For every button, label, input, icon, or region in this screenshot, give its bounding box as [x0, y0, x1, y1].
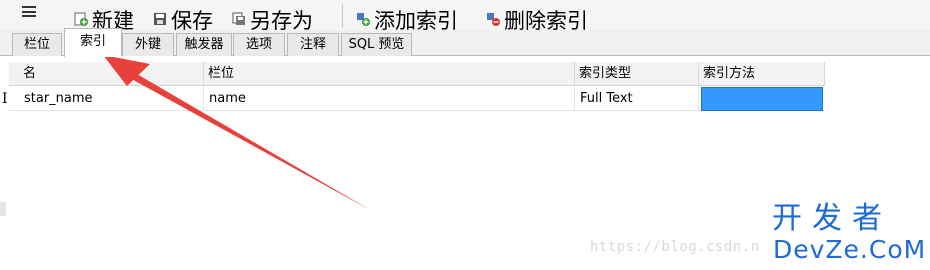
column-header-field[interactable]: 栏位	[204, 62, 575, 86]
watermark-url: https://blog.csdn.n	[590, 239, 760, 255]
tab-indexes[interactable]: 索引	[64, 28, 122, 57]
left-gutter	[0, 56, 9, 270]
cell-name[interactable]: star_name	[19, 87, 204, 111]
tab-comments[interactable]: 注释	[287, 33, 339, 56]
grid-header: 名 栏位 索引类型 索引方法	[9, 62, 825, 86]
save-button[interactable]: 保存	[153, 8, 213, 30]
delete-index-icon	[486, 12, 500, 26]
save-icon	[153, 12, 167, 26]
tab-sql-preview[interactable]: SQL 预览	[341, 33, 412, 56]
tab-options[interactable]: 选项	[233, 33, 285, 56]
table-row[interactable]: star_name name Full Text	[9, 87, 825, 111]
save-as-button[interactable]: 另存为	[232, 8, 313, 30]
row-cursor-marker: I	[2, 91, 8, 107]
menu-icon[interactable]	[22, 6, 36, 17]
tab-fields[interactable]: 栏位	[12, 33, 62, 56]
column-header-index-method[interactable]: 索引方法	[699, 62, 825, 86]
tab-foreign-keys[interactable]: 外键	[122, 33, 174, 56]
watermark-brand-cn: 开发者	[772, 201, 892, 236]
new-icon	[74, 12, 88, 26]
column-header-name[interactable]: 名	[19, 62, 204, 86]
tab-bar: 栏位 索引 外键 触发器 选项 注释 SQL 预览	[0, 28, 930, 57]
cell-index-method[interactable]	[701, 87, 823, 111]
new-button[interactable]: 新建	[74, 8, 134, 30]
toolbar: 新建 保存 另存为 添加索引 删除索引	[0, 0, 930, 30]
cell-field[interactable]: name	[204, 87, 575, 111]
add-index-button[interactable]: 添加索引	[356, 8, 458, 30]
watermark-brand-en: DevZe.CoM	[773, 235, 927, 264]
cell-index-type[interactable]: Full Text	[575, 87, 699, 111]
tab-triggers[interactable]: 触发器	[176, 33, 232, 56]
toolbar-separator	[342, 4, 343, 28]
add-index-icon	[356, 12, 370, 26]
delete-index-button[interactable]: 删除索引	[486, 8, 588, 30]
gutter-marker	[0, 202, 6, 216]
save-as-icon	[232, 12, 246, 26]
column-header-index-type[interactable]: 索引类型	[575, 62, 699, 86]
